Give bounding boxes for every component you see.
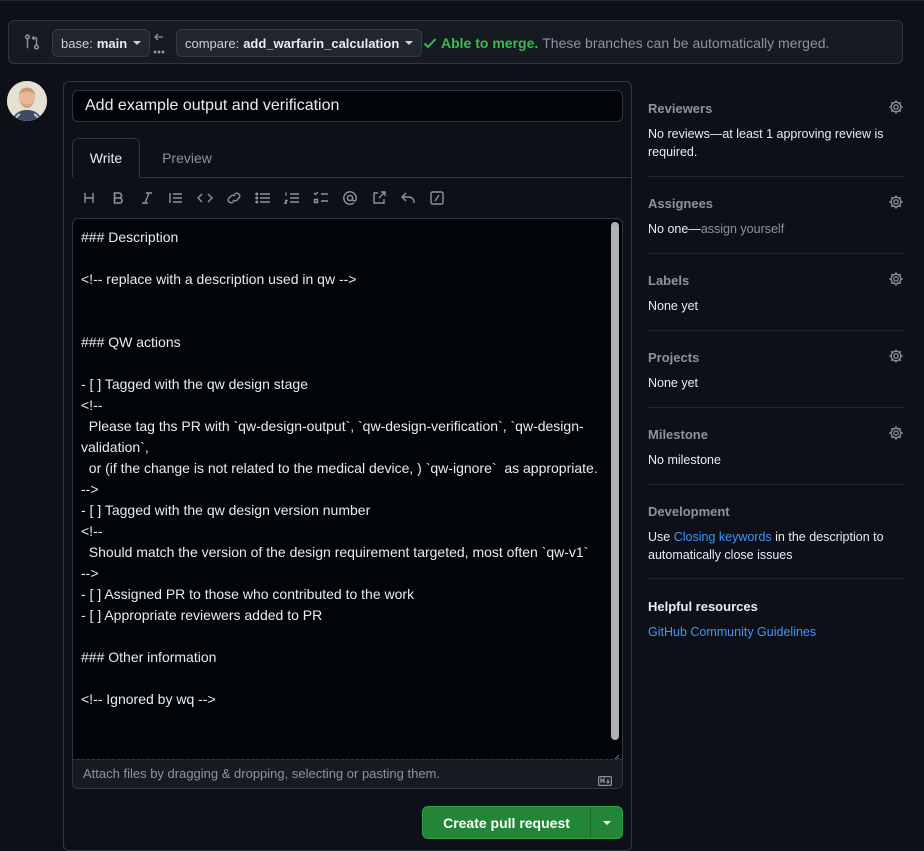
sidebar-divider	[648, 176, 904, 177]
milestone-section: Milestone No milestone	[648, 425, 904, 469]
gear-icon[interactable]	[888, 348, 904, 364]
sidebar-divider	[648, 578, 904, 579]
community-guidelines-link[interactable]: GitHub Community Guidelines	[648, 623, 904, 641]
resize-handle-icon[interactable]	[612, 749, 620, 759]
labels-heading[interactable]: Labels	[648, 271, 904, 291]
reviewers-value: No reviews—at least 1 approving review i…	[648, 127, 884, 159]
sidebar-divider	[648, 330, 904, 331]
reply-icon[interactable]	[399, 188, 417, 208]
merge-status-label: Able to merge.	[441, 35, 539, 51]
gear-icon[interactable]	[888, 425, 904, 441]
assignees-value: No one—assign yourself	[648, 220, 904, 238]
avatar[interactable]	[7, 81, 47, 121]
assignees-none: No one—	[648, 222, 701, 236]
markdown-icon[interactable]	[598, 768, 613, 787]
base-label: base:	[61, 35, 93, 51]
labels-section: Labels None yet	[648, 271, 904, 315]
ordered-list-icon[interactable]	[283, 188, 301, 208]
gear-icon[interactable]	[888, 271, 904, 287]
editor-scrollbar[interactable]	[611, 222, 619, 740]
reviewers-section: Reviewers No reviews—at least 1 approvin…	[648, 99, 904, 161]
slash-commands-icon[interactable]	[428, 188, 446, 208]
development-section: Development Use Closing keywords in the …	[648, 502, 904, 564]
create-pull-request-label[interactable]: Create pull request	[423, 807, 591, 838]
base-branch-select[interactable]: base: main	[52, 29, 151, 57]
code-icon[interactable]	[196, 188, 214, 208]
task-list-icon[interactable]	[312, 188, 330, 208]
quote-icon[interactable]	[167, 188, 185, 208]
gear-icon[interactable]	[888, 194, 904, 210]
attach-files-hint: Attach files by dragging & dropping, sel…	[83, 766, 440, 781]
tab-write[interactable]: Write	[72, 138, 140, 178]
resources-heading: Helpful resources	[648, 599, 758, 614]
closing-keywords-link[interactable]: Closing keywords	[674, 530, 772, 544]
sidebar-divider	[648, 253, 904, 254]
unordered-list-icon[interactable]	[254, 188, 272, 208]
pr-body-textarea[interactable]: ### Description <!-- replace with a desc…	[72, 218, 623, 759]
compare-branch-select[interactable]: compare: add_warfarin_calculation	[176, 29, 423, 57]
base-branch-name: main	[96, 35, 128, 51]
development-text-a: Use	[648, 530, 674, 544]
projects-section: Projects None yet	[648, 348, 904, 392]
top-divider	[0, 0, 924, 1]
heading-icon[interactable]	[80, 188, 98, 208]
milestone-heading[interactable]: Milestone	[648, 425, 904, 445]
sidebar-divider	[648, 407, 904, 408]
compare-bar: base: main compare: add_warfarin_calcula…	[8, 20, 903, 64]
mention-icon[interactable]	[341, 188, 359, 208]
resources-section: Helpful resources GitHub Community Guide…	[648, 597, 904, 641]
pr-title-input[interactable]	[72, 90, 623, 122]
reviewers-heading[interactable]: Reviewers	[648, 99, 904, 119]
pr-body-text: ### Description <!-- replace with a desc…	[81, 229, 598, 707]
assignees-heading[interactable]: Assignees	[648, 194, 904, 214]
bold-icon[interactable]	[109, 188, 127, 208]
git-compare-icon	[23, 33, 41, 51]
development-value: Use Closing keywords in the description …	[648, 528, 904, 564]
compare-label: compare:	[185, 35, 240, 51]
sidebar-divider	[648, 484, 904, 485]
attach-files-zone[interactable]: Attach files by dragging & dropping, sel…	[72, 759, 623, 789]
cross-reference-icon[interactable]	[370, 188, 388, 208]
merge-status: Able to merge. These branches can be auto…	[423, 35, 829, 51]
tab-preview[interactable]: Preview	[148, 138, 226, 178]
assign-yourself-link[interactable]: assign yourself	[701, 222, 784, 236]
italic-icon[interactable]	[138, 188, 156, 208]
projects-heading[interactable]: Projects	[648, 348, 904, 368]
milestone-value: No milestone	[648, 453, 721, 467]
compare-branch-name: add_warfarin_calculation	[243, 35, 400, 51]
link-icon[interactable]	[225, 188, 243, 208]
chevron-down-icon	[602, 820, 611, 825]
labels-value: None yet	[648, 299, 699, 313]
create-options-dropdown[interactable]	[591, 807, 622, 838]
development-heading: Development	[648, 504, 730, 519]
projects-value: None yet	[648, 376, 699, 390]
merge-status-message: These branches can be automatically merg…	[542, 35, 830, 51]
assignees-section: Assignees No one—assign yourself	[648, 194, 904, 238]
check-icon	[423, 36, 437, 49]
arrow-left-icon	[152, 29, 166, 57]
gear-icon[interactable]	[888, 99, 904, 115]
chevron-down-icon	[405, 41, 414, 45]
create-pull-request-button[interactable]: Create pull request	[422, 806, 623, 839]
chevron-down-icon	[133, 41, 142, 45]
